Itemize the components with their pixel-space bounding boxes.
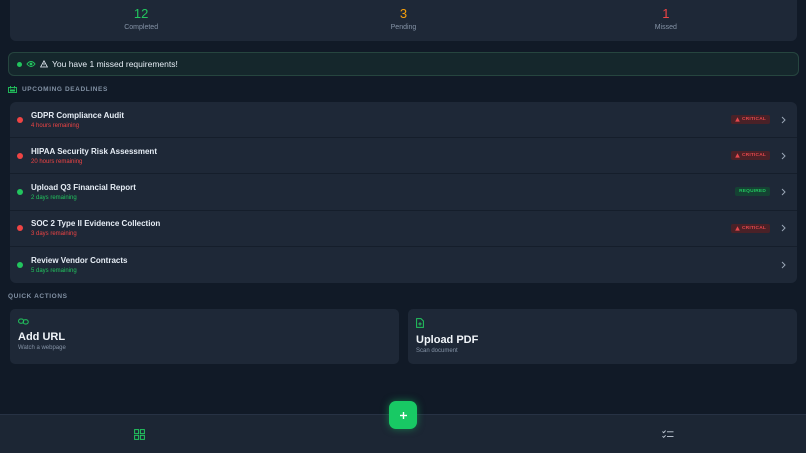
stats-panel: 12 Completed 3 Pending 1 Missed [10,0,797,41]
chevron-right-icon [779,188,787,196]
deadline-item[interactable]: Upload Q3 Financial Report 2 days remain… [10,174,797,211]
deadline-subtitle: 4 hours remaining [31,122,80,129]
badge-label: CRITICAL [742,117,766,123]
deadline-subtitle: 5 days remaining [31,267,77,274]
deadline-title: Review Vendor Contracts [31,255,128,265]
deadline-subtitle: 20 hours remaining [31,158,83,165]
status-dot-icon [17,225,23,232]
chevron-right-icon [779,152,787,160]
chevron-right-icon [779,224,787,232]
eye-icon [26,60,36,68]
deadline-title: GDPR Compliance Audit [31,110,125,120]
status-badge: REQUIRED [735,187,770,197]
plus-icon [399,411,407,419]
stat-pending: 3 Pending [272,0,534,41]
deadline-subtitle: 3 days remaining [31,231,77,238]
chevron-right-icon [779,116,787,124]
warning-icon [735,225,740,231]
deadline-item[interactable]: SOC 2 Type II Evidence Collection 3 days… [10,211,797,247]
upcoming-deadlines-header: UPCOMING DEADLINES [8,86,108,93]
warning-icon [735,153,740,158]
add-fab-button[interactable] [389,401,417,429]
status-badge: CRITICAL [731,223,770,233]
upload-pdf-button[interactable]: Upload PDF Scan document [408,309,797,364]
missed-alert-banner[interactable]: You have 1 missed requirements! [8,52,799,76]
action-subtitle: Watch a webpage [18,345,66,351]
stat-completed: 12 Completed [10,0,272,41]
stat-missed-value: 1 [662,6,670,21]
deadline-title: SOC 2 Type II Evidence Collection [31,219,161,229]
warning-icon [40,60,48,68]
section-title: QUICK ACTIONS [8,293,68,300]
stat-completed-value: 12 [133,6,149,21]
deadline-item[interactable]: GDPR Compliance Audit 4 hours remaining … [10,102,797,139]
chevron-right-icon [779,261,787,269]
status-dot-icon [17,261,23,268]
deadline-title: Upload Q3 Financial Report [31,182,136,192]
alert-text: You have 1 missed requirements! [52,59,178,69]
badge-label: CRITICAL [742,225,766,231]
badge-label: REQUIRED [739,189,766,195]
deadline-item[interactable]: Review Vendor Contracts 5 days remaining [10,247,797,283]
quick-actions: Add URL Watch a webpage Upload PDF Scan … [10,309,797,364]
deadline-subtitle: 2 days remaining [31,194,77,201]
action-title: Upload PDF [416,334,479,346]
status-dot-icon [17,116,23,123]
stat-pending-value: 3 [399,6,408,21]
file-plus-icon [416,318,789,328]
quick-actions-header: QUICK ACTIONS [8,293,68,300]
status-badge: CRITICAL [731,115,770,125]
stat-missed-label: Missed [654,24,677,31]
section-title: UPCOMING DEADLINES [22,86,108,93]
deadlines-list: GDPR Compliance Audit 4 hours remaining … [10,102,797,283]
action-title: Add URL [18,331,66,343]
status-badge: CRITICAL [731,151,770,161]
action-subtitle: Scan document [416,348,458,354]
stat-pending-label: Pending [390,24,417,31]
checklist-icon[interactable] [662,428,674,440]
stat-missed: 1 Missed [535,0,797,41]
status-dot-icon [17,188,23,195]
dashboard-grid-icon[interactable] [133,428,145,440]
status-dot-icon [17,152,23,159]
warning-icon [735,117,740,122]
stat-completed-label: Completed [124,24,159,31]
badge-label: CRITICAL [742,153,766,159]
calendar-icon [8,86,17,93]
link-icon [18,318,391,325]
live-dot-icon [17,61,22,67]
deadline-item[interactable]: HIPAA Security Risk Assessment 20 hours … [10,138,797,175]
add-url-button[interactable]: Add URL Watch a webpage [10,309,399,364]
deadline-title: HIPAA Security Risk Assessment [31,146,157,156]
